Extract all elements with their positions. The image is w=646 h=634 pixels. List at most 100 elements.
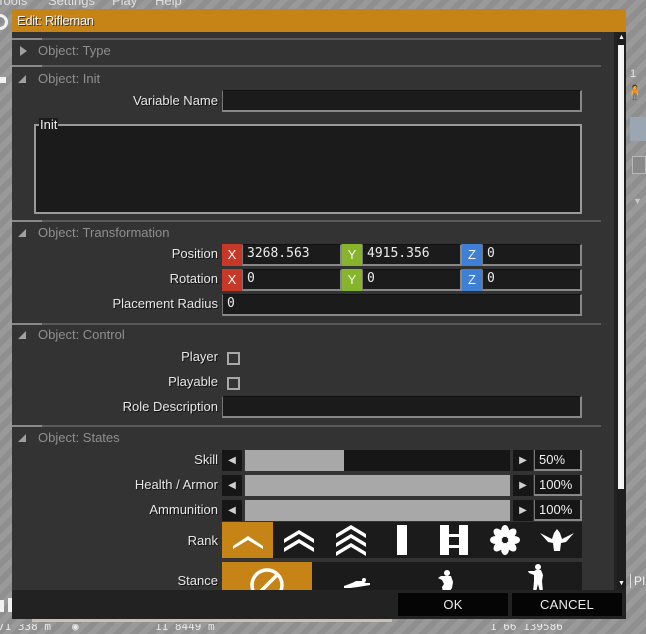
background-arrow-icon[interactable]: ▼ — [633, 196, 642, 206]
menu-settings[interactable]: Settings — [48, 0, 95, 8]
rank-sergeant-option[interactable] — [325, 522, 376, 558]
menu-tools[interactable]: Tools — [0, 0, 27, 8]
collapse-arrow-icon[interactable] — [18, 434, 26, 442]
colonel-icon — [539, 529, 574, 551]
stand-icon — [528, 564, 543, 590]
rank-label: Rank — [187, 533, 218, 548]
position-label: Position — [171, 246, 218, 261]
axis-z-badge: Z — [462, 269, 482, 291]
skill-decrease-button[interactable]: ◀ — [222, 450, 242, 471]
health-decrease-button[interactable]: ◀ — [222, 475, 242, 496]
rank-private-option[interactable] — [222, 522, 273, 558]
health-increase-button[interactable]: ▶ — [513, 475, 533, 496]
status-bar: 71 338 m ◉ 11 8449 m 1 66 139586 — [0, 624, 646, 634]
section-header-states[interactable]: Object: States — [12, 428, 601, 448]
dialog-titlebar[interactable]: Edit: Rifleman — [12, 9, 626, 32]
background-box[interactable] — [632, 156, 646, 174]
init-textarea[interactable] — [34, 124, 582, 214]
collapse-arrow-icon[interactable] — [18, 331, 26, 339]
health-slider[interactable] — [245, 475, 510, 496]
ammunition-slider[interactable] — [245, 500, 510, 521]
cancel-button[interactable]: CANCEL — [512, 593, 622, 616]
section-divider — [12, 65, 601, 67]
variable-name-input[interactable] — [222, 90, 582, 112]
rotation-x-input[interactable]: 0 — [242, 269, 342, 291]
rank-lieutenant-option[interactable] — [376, 522, 427, 558]
app-menubar: Tools Settings Play Help — [0, 0, 646, 9]
variable-name-label: Variable Name — [132, 93, 218, 108]
major-icon — [489, 525, 520, 555]
corporal-icon — [283, 530, 314, 552]
section-title: Object: Type — [38, 43, 111, 58]
placement-radius-input[interactable]: 0 — [222, 294, 582, 316]
collapse-arrow-icon[interactable] — [18, 229, 26, 237]
skill-slider[interactable] — [245, 450, 510, 471]
edit-dialog: Edit: Rifleman Object: Type Object: Init… — [12, 9, 626, 619]
axis-y-badge: Y — [342, 269, 362, 291]
background-panel-label: PI — [630, 574, 645, 588]
private-icon — [232, 536, 263, 549]
position-y-input[interactable]: 4915.356 — [362, 244, 462, 266]
section-header-control[interactable]: Object: Control — [12, 325, 601, 345]
section-title: Object: Init — [38, 71, 101, 86]
init-label: Init — [39, 117, 59, 132]
position-x-input[interactable]: 3268.563 — [242, 244, 342, 266]
background-bar-icon — [0, 600, 4, 612]
scroll-up-icon[interactable]: ▲ — [617, 34, 626, 42]
section-divider — [12, 220, 601, 222]
section-header-type[interactable]: Object: Type — [12, 41, 601, 61]
eye-icon[interactable]: ◉ — [72, 624, 79, 634]
player-checkbox[interactable] — [227, 352, 240, 365]
menu-help[interactable]: Help — [155, 0, 182, 8]
health-value[interactable]: 100% — [534, 475, 582, 496]
ok-button[interactable]: OK — [398, 593, 508, 616]
crouch-icon — [438, 570, 453, 590]
dialog-title: Edit: Rifleman — [17, 13, 94, 28]
ammunition-increase-button[interactable]: ▶ — [513, 500, 533, 521]
unit-figure-icon: 🧍 — [626, 84, 644, 100]
section-title: Object: Control — [38, 327, 125, 342]
prone-icon — [344, 578, 370, 588]
skill-value[interactable]: 50% — [534, 450, 582, 471]
menu-play[interactable]: Play — [112, 0, 137, 8]
scroll-down-icon[interactable]: ▼ — [617, 580, 626, 588]
section-divider — [12, 425, 601, 427]
stance-prone-option[interactable] — [312, 562, 402, 590]
rank-captain-option[interactable] — [428, 522, 479, 558]
ammunition-slider-fill — [245, 500, 510, 521]
dialog-footer: OK CANCEL — [12, 590, 626, 619]
expand-arrow-icon[interactable] — [20, 46, 27, 56]
section-header-transformation[interactable]: Object: Transformation — [12, 223, 601, 243]
ammunition-label: Ammunition — [149, 502, 218, 517]
role-description-input[interactable] — [222, 396, 582, 418]
stance-crouch-option[interactable] — [402, 562, 492, 590]
rank-colonel-option[interactable] — [531, 522, 582, 558]
status-distance-left: 71 338 m — [0, 624, 51, 633]
ammunition-value[interactable]: 100% — [534, 500, 582, 521]
rank-major-option[interactable] — [479, 522, 530, 558]
scroll-thumb[interactable] — [618, 45, 624, 489]
playable-checkbox[interactable] — [227, 377, 240, 390]
health-label: Health / Armor — [134, 477, 218, 492]
position-z-input[interactable]: 0 — [482, 244, 582, 266]
background-tool-icon[interactable] — [0, 14, 8, 30]
section-header-init[interactable]: Object: Init — [12, 69, 601, 89]
section-title: Object: States — [38, 430, 120, 445]
dialog-scrollbar[interactable]: ▲ ▼ — [617, 34, 626, 590]
rank-corporal-option[interactable] — [273, 522, 324, 558]
background-selected-item[interactable] — [630, 117, 646, 141]
background-count: 1 — [630, 68, 637, 80]
axis-x-badge: X — [222, 269, 242, 291]
section-divider — [12, 38, 601, 40]
player-label: Player — [181, 349, 218, 364]
rotation-z-input[interactable]: 0 — [482, 269, 582, 291]
collapse-arrow-icon[interactable] — [18, 75, 26, 83]
skill-increase-button[interactable]: ▶ — [513, 450, 533, 471]
stance-stand-option[interactable] — [492, 562, 582, 590]
background-collapse-icon[interactable] — [0, 77, 6, 83]
ammunition-decrease-button[interactable]: ◀ — [222, 500, 242, 521]
stance-auto-option[interactable] — [222, 562, 312, 590]
health-slider-fill — [245, 475, 510, 496]
rotation-label: Rotation — [169, 271, 218, 286]
rotation-y-input[interactable]: 0 — [362, 269, 462, 291]
